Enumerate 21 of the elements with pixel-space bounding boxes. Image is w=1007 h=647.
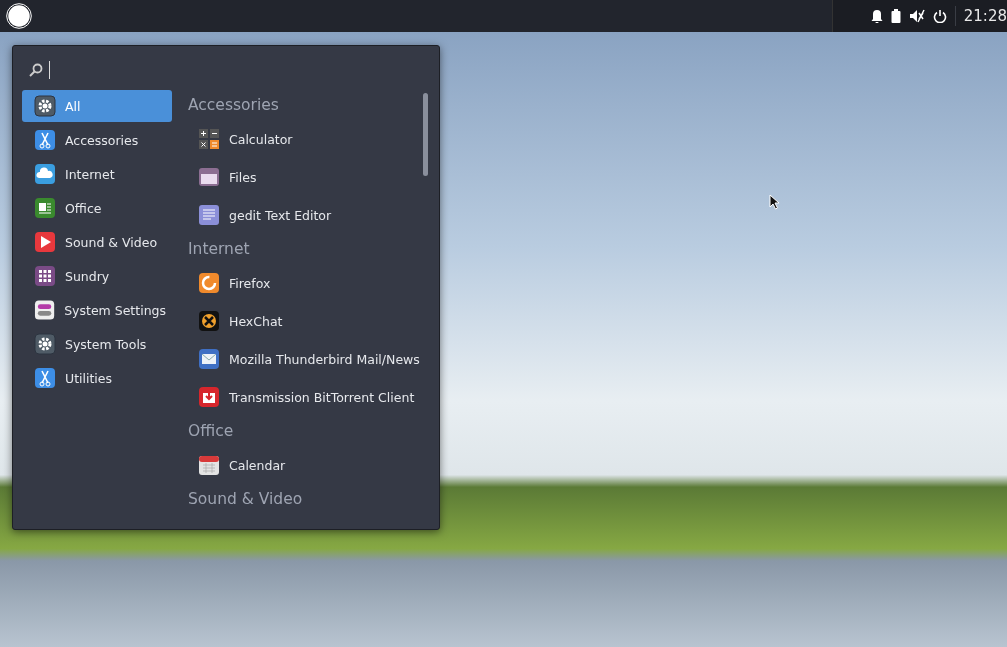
- section-heading: Office: [188, 421, 235, 442]
- app-item[interactable]: gedit Text Editor: [188, 196, 439, 234]
- app-item[interactable]: Calculator: [188, 120, 439, 158]
- app-item[interactable]: Transmission BitTorrent Client: [188, 378, 439, 416]
- category-item[interactable]: Sundry: [22, 260, 172, 292]
- category-item[interactable]: Internet: [22, 158, 172, 190]
- category-item[interactable]: Office: [22, 192, 172, 224]
- app-item[interactable]: Mozilla Thunderbird Mail/News: [188, 340, 439, 378]
- category-item[interactable]: Accessories: [22, 124, 172, 156]
- app-item[interactable]: Firefox: [188, 264, 439, 302]
- category-item[interactable]: Utilities: [22, 362, 172, 394]
- section-heading: Internet: [188, 239, 251, 260]
- section-heading: Accessories: [188, 95, 280, 116]
- clock[interactable]: 21:28: [954, 6, 1007, 26]
- app-item[interactable]: Calendar: [188, 446, 439, 484]
- section-heading: Sound & Video: [188, 489, 304, 510]
- app-item[interactable]: HexChat: [188, 302, 439, 340]
- category-item[interactable]: System Settings: [22, 294, 172, 326]
- category-item[interactable]: Sound & Video: [22, 226, 172, 258]
- category-item[interactable]: System Tools: [22, 328, 172, 360]
- app-item[interactable]: Files: [188, 158, 439, 196]
